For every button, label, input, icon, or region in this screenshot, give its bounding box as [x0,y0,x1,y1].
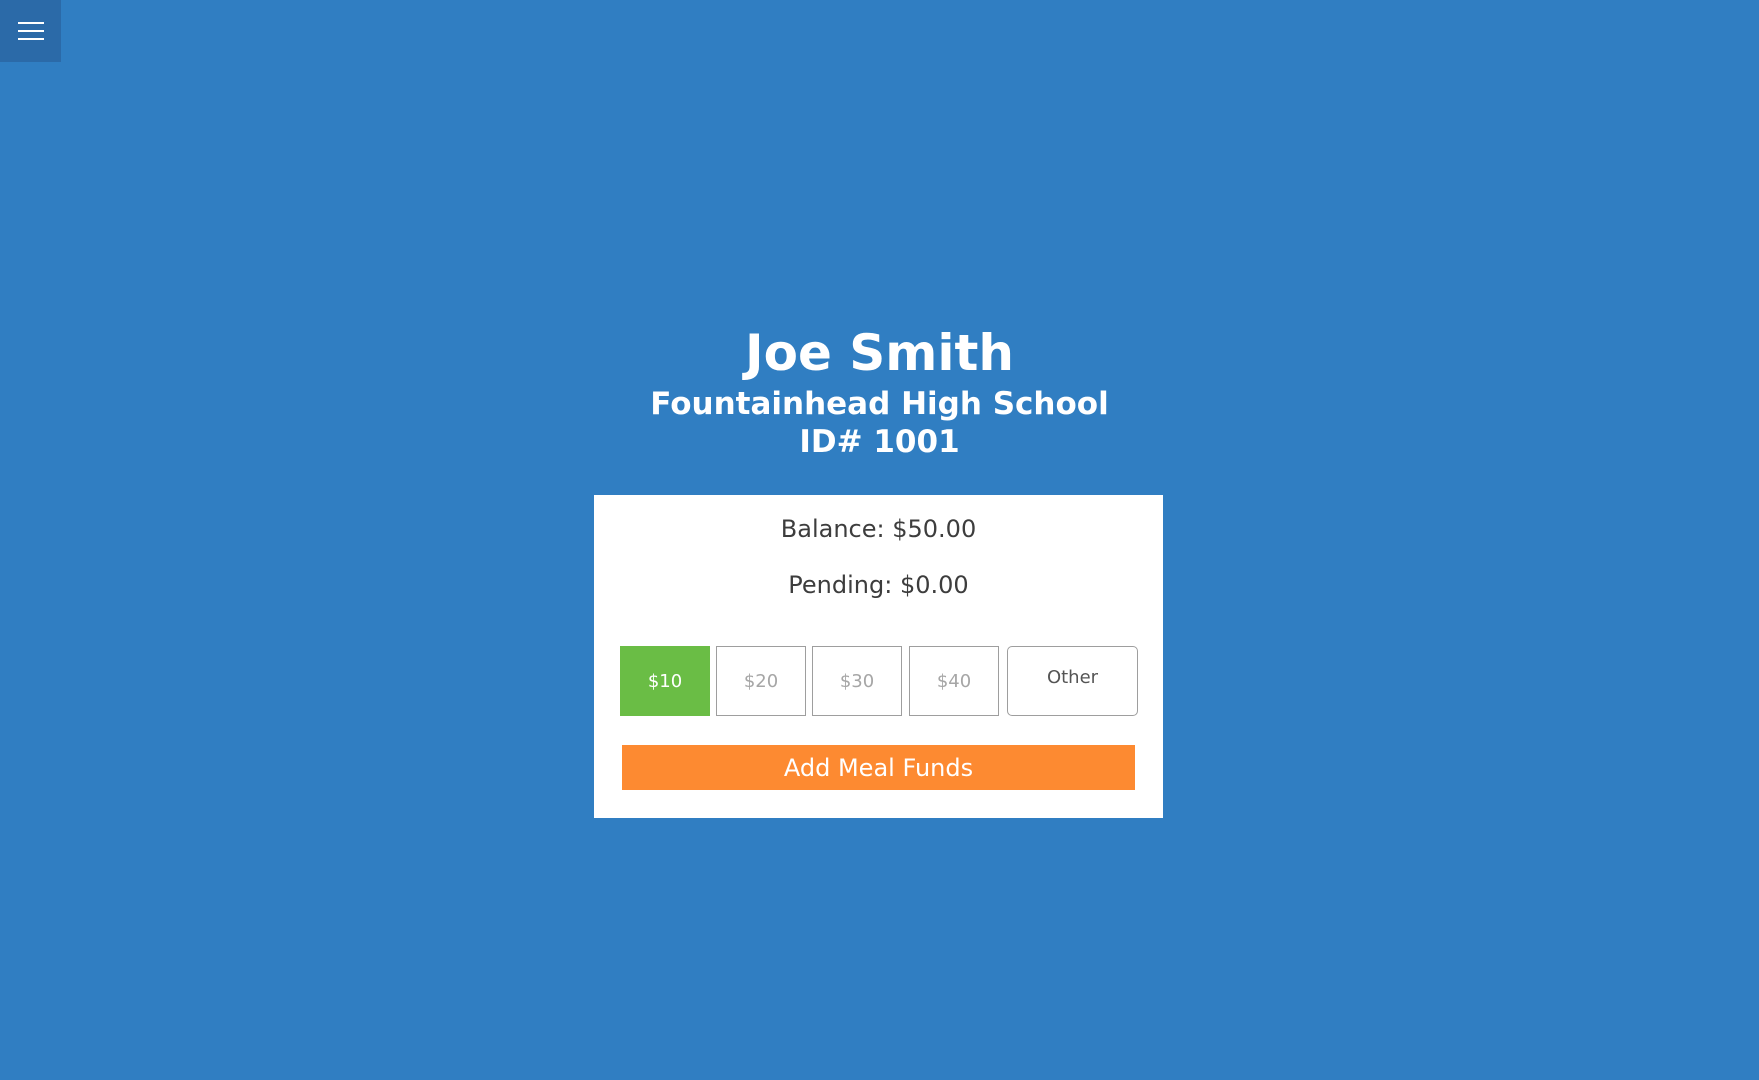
add-meal-funds-button[interactable]: Add Meal Funds [622,745,1135,790]
amount-option-other[interactable]: Other [1007,646,1138,716]
amount-option-20[interactable]: $20 [716,646,806,716]
school-name: Fountainhead High School [650,386,1109,422]
amount-option-10[interactable]: $10 [620,646,710,716]
meal-funds-card: Balance: $50.00 Pending: $0.00 $10 $20 $… [594,495,1163,818]
pending-value: $0.00 [899,571,969,599]
amount-option-40[interactable]: $40 [909,646,999,716]
menu-button[interactable] [0,0,61,62]
balance-label: Balance: [780,515,885,543]
hamburger-menu-icon [17,22,44,40]
student-id: ID# 1001 [799,424,960,460]
pending-line: Pending: $0.00 [594,569,1163,601]
amount-option-30[interactable]: $30 [812,646,902,716]
pending-label: Pending: [788,571,893,599]
balance-line: Balance: $50.00 [594,513,1163,545]
balance-value: $50.00 [892,515,977,543]
student-name: Joe Smith [744,324,1015,382]
